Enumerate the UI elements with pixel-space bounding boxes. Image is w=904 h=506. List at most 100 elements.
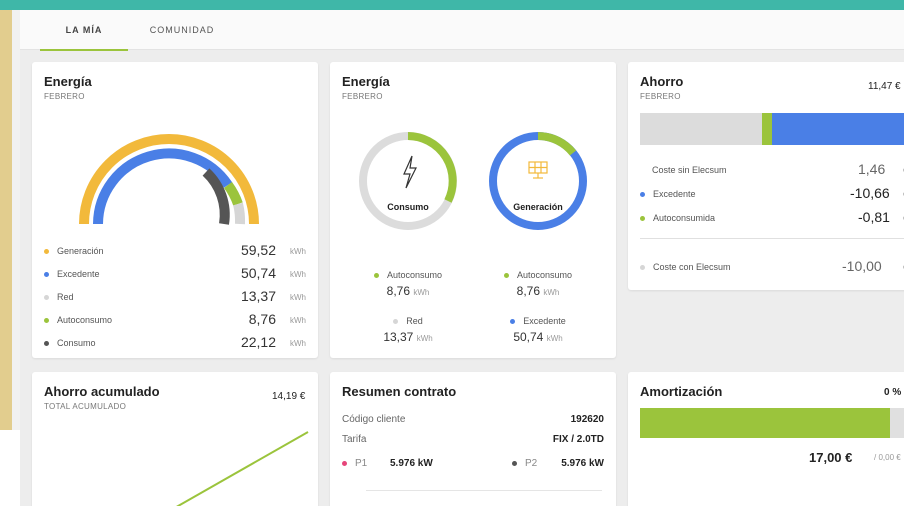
dot-icon <box>640 265 645 271</box>
dot-icon <box>640 192 645 198</box>
unit: kWh <box>290 339 306 348</box>
card-subtitle: FEBRERO <box>640 92 681 101</box>
left-value-red: 13,37 kWh <box>358 330 458 344</box>
ahorro-row-autoconsumida: Autoconsumida <box>640 213 715 223</box>
tab-comunidad[interactable]: COMUNIDAD <box>142 10 222 50</box>
unit: kWh <box>543 288 560 297</box>
ahorro-value-excedente: -10,66 <box>850 185 890 201</box>
legend-label: Generación <box>57 246 104 256</box>
energia-donuts-card: Energía FEBRERO Consumo Generación Autoc… <box>330 62 616 358</box>
p-label: P1 <box>355 458 368 469</box>
tarifa-label: Tarifa <box>342 434 367 445</box>
row-label: Coste con Elecsum <box>653 262 731 272</box>
ahorro-stacked-bar <box>640 113 904 145</box>
dot-icon <box>44 341 49 347</box>
dot-icon <box>44 272 49 278</box>
p1-value: 5.976 kW <box>390 458 433 469</box>
value-autoconsumo: 8,76 <box>248 311 276 327</box>
dot-icon <box>640 216 645 222</box>
bar-segment-red <box>640 113 762 145</box>
legend-label: Consumo <box>57 338 96 348</box>
legend-generacion: Generación <box>44 246 104 256</box>
ahorro-total: 11,47 € <box>868 81 901 92</box>
card-subtitle: FEBRERO <box>44 92 85 101</box>
card-title: Amortización <box>640 384 723 399</box>
p1-label: P1 <box>342 458 367 469</box>
tab-la-mia[interactable]: LA MÍA <box>40 10 128 51</box>
unit: kWh <box>413 288 430 297</box>
top-accent-strip <box>0 0 904 10</box>
right-value-autoconsumo: 8,76 kWh <box>488 284 588 298</box>
generacion-label: Generación <box>513 202 563 212</box>
card-title: Resumen contrato <box>342 384 457 399</box>
ahorro-row-coste-con: Coste con Elecsum <box>640 262 731 272</box>
legend-label: Excedente <box>523 316 566 326</box>
p2-label: P2 <box>512 458 537 469</box>
bar-segment-excedente <box>772 113 904 145</box>
unit: kWh <box>290 293 306 302</box>
ahorro-acumulado-total: 14,19 € <box>272 391 306 402</box>
value-excedente: 50,74 <box>240 265 276 281</box>
codigo-cliente-value: 192620 <box>570 414 604 425</box>
amortizacion-percent: 0 % <box>884 387 902 398</box>
left-value-autoconsumo: 8,76 kWh <box>358 284 458 298</box>
ahorro-value-coste-sin: 1,46 <box>858 161 886 177</box>
resumen-contrato-card: Resumen contrato Código cliente 192620 T… <box>330 372 616 506</box>
row-label: Autoconsumida <box>653 213 716 223</box>
dot-icon <box>373 273 379 279</box>
dot-icon <box>44 318 49 324</box>
energia-gauge-card: Energía FEBRERO Generación 59,52 kWh Exc… <box>32 62 318 358</box>
legend-excedente: Excedente <box>44 269 100 279</box>
amortizacion-card: Amortización 0 % 17,00 € / 0,00 € <box>628 372 904 506</box>
row-label: Excedente <box>653 189 696 199</box>
value-generacion: 59,52 <box>240 242 276 258</box>
generacion-ring-autoconsumo <box>537 132 577 156</box>
legend-label: Autoconsumo <box>57 315 113 325</box>
p2-value: 5.976 kW <box>561 458 604 469</box>
dot-icon <box>342 460 347 466</box>
card-subtitle: FEBRERO <box>342 92 383 101</box>
divider <box>640 238 904 239</box>
unit: kWh <box>290 270 306 279</box>
left-legend-autoconsumo: Autoconsumo <box>358 270 458 280</box>
frame-inner-strip <box>12 10 20 430</box>
tarifa-value: FIX / 2.0TD <box>552 434 604 445</box>
legend-red: Red <box>44 292 74 302</box>
app-window: LA MÍA COMUNIDAD Energía FEBRERO Generac… <box>12 10 904 506</box>
unit: kWh <box>290 247 306 256</box>
legend-label: Excedente <box>57 269 100 279</box>
p-label: P2 <box>525 458 538 469</box>
solar-panel-icon <box>528 161 548 179</box>
amortizacion-of: / 0,00 € <box>874 453 901 462</box>
red-arc <box>233 202 246 225</box>
ahorro-card: Ahorro FEBRERO 11,47 € Coste sin Elecsum… <box>628 62 904 290</box>
tab-bar: LA MÍA COMUNIDAD <box>12 10 904 51</box>
legend-consumo: Consumo <box>44 338 96 348</box>
ahorro-row-excedente: Excedente <box>640 189 696 199</box>
accumulated-savings-line-chart <box>176 431 309 506</box>
row-label: Coste sin Elecsum <box>652 165 727 175</box>
card-subtitle: TOTAL ACUMULADO <box>44 402 127 411</box>
card-title: Energía <box>342 74 390 89</box>
unit: kWh <box>290 316 306 325</box>
value: 50,74 <box>513 330 544 344</box>
savings-line <box>176 431 309 506</box>
donut-charts <box>359 132 587 230</box>
card-title: Ahorro acumulado <box>44 384 160 399</box>
legend-autoconsumo: Autoconsumo <box>44 315 112 325</box>
right-legend-excedente: Excedente <box>488 316 588 326</box>
bar-segment-autoconsumida <box>762 113 772 145</box>
energy-gauge-chart <box>79 134 259 225</box>
legend-label: Red <box>57 292 74 302</box>
value: 8,76 <box>386 284 410 298</box>
right-legend-autoconsumo: Autoconsumo <box>488 270 588 280</box>
unit: kWh <box>546 334 563 343</box>
ahorro-acumulado-card: Ahorro acumulado TOTAL ACUMULADO 14,19 € <box>32 372 318 506</box>
dot-icon <box>503 273 509 279</box>
amortizacion-bar-fill <box>640 408 890 438</box>
consumo-label: Consumo <box>387 202 429 212</box>
dot-icon <box>512 460 517 466</box>
value: 13,37 <box>383 330 414 344</box>
frame-bottom-left-corner <box>0 430 20 506</box>
ahorro-value-coste-con: -10,00 <box>842 258 882 274</box>
